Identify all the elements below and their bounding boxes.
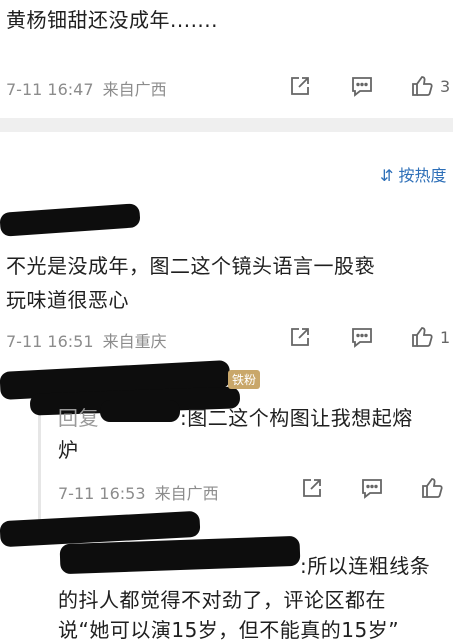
reply-prefix: 回复 (58, 406, 99, 430)
sort-icon: ⇵ (380, 166, 394, 185)
share-icon[interactable] (288, 74, 312, 98)
comment-text: 不光是没成年，图二这个镜头语言一股亵 (6, 254, 375, 278)
comment-icon[interactable] (360, 476, 384, 500)
share-icon[interactable] (300, 476, 324, 500)
redacted-username (100, 400, 180, 422)
redacted-username (0, 203, 141, 237)
comment-source: 来自重庆 (102, 332, 167, 351)
like-count: 3 (440, 77, 451, 96)
like-count: 1 (440, 328, 451, 347)
reply-date: 7-11 16:53 (58, 484, 146, 503)
reply-source: 来自广西 (154, 484, 219, 503)
like-icon[interactable] (420, 476, 444, 500)
comment-date: 7-11 16:51 (6, 332, 94, 351)
comment-text: 黄杨钿甜还没成年....... (6, 8, 219, 32)
reply-meta: 7-11 16:53 来自广西 (58, 480, 219, 504)
sort-label: 按热度 (398, 166, 447, 185)
comment-text: 玩味道很恶心 (6, 288, 129, 312)
share-icon[interactable] (288, 325, 312, 349)
comment-meta: 7-11 16:51 来自重庆 (6, 328, 167, 352)
reply-text: 说“她可以演15岁，但不能真的15岁” (58, 618, 400, 642)
comment-source: 来自广西 (102, 80, 167, 99)
reply-text: 的抖人都觉得不对劲了，评论区都在 (58, 588, 386, 612)
badge: 铁粉 (228, 370, 261, 389)
like-icon[interactable] (410, 325, 434, 349)
sort-button[interactable]: ⇵ 按热度 (380, 162, 447, 186)
reply-text: 炉 (58, 438, 79, 462)
like-icon[interactable] (410, 74, 434, 98)
comment-date: 7-11 16:47 (6, 80, 94, 99)
comment-icon[interactable] (350, 74, 374, 98)
comment-meta: 7-11 16:47 来自广西 (6, 76, 167, 100)
comment-icon[interactable] (350, 325, 374, 349)
reply-text: :图二这个构图让我想起熔 (180, 406, 413, 430)
section-divider (0, 118, 453, 132)
reply-text: :所以连粗线条 (300, 554, 431, 578)
